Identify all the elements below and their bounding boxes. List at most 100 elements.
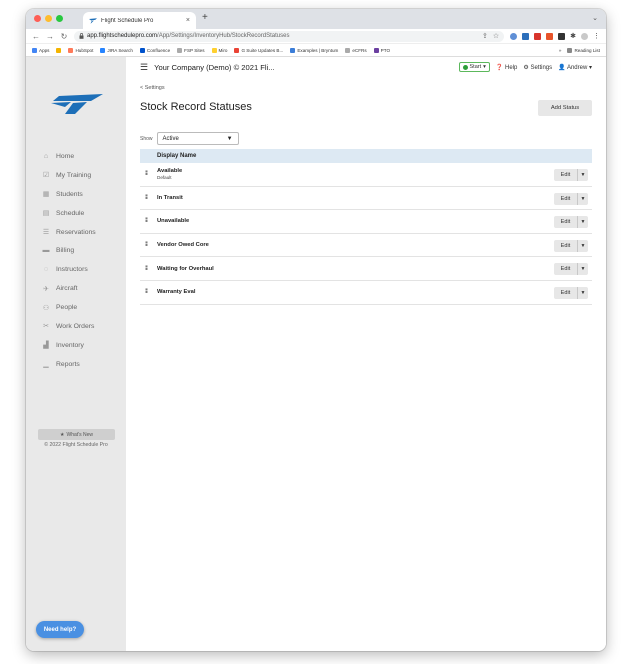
whats-new-label: What's New — [66, 431, 93, 438]
extension-icon[interactable] — [534, 32, 542, 40]
sidebar-item-label: Students — [56, 190, 83, 198]
tab-search-chevron-icon[interactable]: ⌄ — [592, 14, 598, 22]
bookmark-item[interactable]: JIRA Search — [100, 47, 133, 53]
students-icon: ▦ — [42, 191, 50, 199]
drag-handle-icon[interactable]: ⁞⁞ — [145, 218, 157, 224]
bookmark-item[interactable]: Examples | Bryntum — [290, 47, 338, 53]
billing-icon: ▬ — [42, 247, 50, 255]
bookmarks-bar: Apps HubSpot JIRA Search Confluence FSP … — [26, 44, 606, 57]
need-help-button[interactable]: Need help? — [36, 621, 84, 638]
start-button[interactable]: Start ▾ — [458, 62, 490, 72]
sidebar-item-inventory[interactable]: ▟ Inventory — [26, 336, 126, 355]
edit-button[interactable]: Edit — [554, 263, 578, 276]
work-orders-icon: ✂ — [43, 323, 49, 331]
kebab-menu-icon[interactable]: ⋮ — [593, 32, 600, 40]
sidebar-item-reports[interactable]: ▁ Reports — [26, 355, 126, 374]
address-bar[interactable]: app.flightschedulepro.com/App/Settings/I… — [74, 30, 505, 42]
sidebar-item-home[interactable]: ⌂ Home — [26, 147, 126, 166]
chevron-down-icon: ▾ — [588, 64, 592, 71]
start-icon — [462, 64, 468, 70]
forward-icon[interactable]: → — [46, 32, 54, 41]
status-filter-select[interactable]: Active ▼ — [156, 132, 239, 145]
table-row: ⁞⁞ Warranty Eval Edit ▼ — [140, 281, 592, 305]
bookmark-item[interactable]: Miro — [211, 47, 227, 53]
edit-button[interactable]: Edit — [554, 286, 578, 299]
address-toolbar: ← → ↻ app.flightschedulepro.com/App/Sett… — [26, 29, 606, 44]
close-window-button[interactable] — [34, 15, 41, 22]
edit-dropdown-chevron-icon[interactable]: ▼ — [578, 216, 588, 229]
sidebar-item-instructors[interactable]: ◌ Instructors — [26, 260, 126, 279]
back-icon[interactable]: ← — [32, 32, 40, 41]
edit-button[interactable]: Edit — [554, 239, 578, 252]
extension-icon[interactable] — [546, 32, 554, 40]
edit-button[interactable]: Edit — [554, 192, 578, 205]
jira-icon — [100, 47, 106, 53]
bookmark-item[interactable]: Apps — [32, 47, 49, 53]
maximize-window-button[interactable] — [56, 15, 63, 22]
sidebar-item-label: Home — [56, 152, 75, 160]
puzzle-icon[interactable]: ✱ — [570, 32, 576, 40]
table-row: ⁞⁞ In Transit Edit ▼ — [140, 187, 592, 211]
row-actions: Edit ▼ — [554, 169, 588, 181]
tab-close-icon[interactable]: × — [186, 17, 190, 24]
edit-dropdown-chevron-icon[interactable]: ▼ — [578, 169, 588, 181]
help-link[interactable]: ❓ Help — [496, 64, 518, 71]
profile-avatar[interactable] — [581, 32, 588, 40]
whats-new-button[interactable]: ★ What's New — [38, 429, 115, 440]
drag-handle-icon[interactable]: ⁞⁞ — [145, 289, 157, 295]
drag-handle-icon[interactable]: ⁞⁞ — [145, 171, 157, 177]
sidebar-item-work-orders[interactable]: ✂ Work Orders — [26, 317, 126, 336]
edit-dropdown-chevron-icon[interactable]: ▼ — [578, 286, 588, 299]
settings-link[interactable]: ⚙ Settings — [523, 64, 552, 71]
row-actions: Edit ▼ — [554, 263, 588, 276]
edit-dropdown-chevron-icon[interactable]: ▼ — [578, 239, 588, 252]
bookmark-item[interactable]: Confluence — [139, 47, 170, 53]
bookmark-item[interactable]: eCFRs — [345, 47, 367, 53]
hamburger-menu-icon[interactable]: ☰ — [140, 62, 148, 73]
reload-icon[interactable]: ↻ — [60, 32, 68, 41]
bookmark-item[interactable]: FSP Sites — [177, 47, 205, 53]
chevron-down-icon: ▾ — [483, 64, 486, 70]
sidebar-item-my-training[interactable]: ☑ My Training — [26, 166, 126, 185]
extension-icon[interactable] — [510, 32, 518, 40]
browser-tab[interactable]: Flight Schedule Pro × — [83, 12, 196, 29]
row-actions: Edit ▼ — [554, 192, 588, 205]
sidebar-item-reservations[interactable]: ☰ Reservations — [26, 223, 126, 242]
reading-list-button[interactable]: Reading List — [567, 47, 600, 53]
sidebar-item-billing[interactable]: ▬ Billing — [26, 241, 126, 260]
fsp-logo-icon[interactable] — [51, 94, 103, 114]
bookmark-item[interactable]: PTO — [373, 47, 390, 53]
extension-icon[interactable] — [558, 32, 566, 40]
add-status-button[interactable]: Add Status — [538, 100, 592, 116]
user-menu[interactable]: 👤 Andrew ▾ — [558, 64, 592, 71]
gsuite-icon — [234, 47, 240, 53]
tab-title: Flight Schedule Pro — [101, 17, 154, 24]
bookmark-item[interactable]: G Suite Updates B... — [234, 47, 283, 53]
share-icon[interactable]: ⇪ — [482, 32, 488, 40]
minimize-window-button[interactable] — [45, 15, 52, 22]
confluence-icon — [139, 47, 145, 53]
edit-dropdown-chevron-icon[interactable]: ▼ — [578, 263, 588, 276]
drag-handle-icon[interactable]: ⁞⁞ — [145, 242, 157, 248]
drag-handle-icon[interactable]: ⁞⁞ — [145, 266, 157, 272]
edit-button[interactable]: Edit — [554, 216, 578, 229]
extension-icon[interactable] — [522, 32, 530, 40]
table-row: ⁞⁞ Unavailable Edit ▼ — [140, 210, 592, 234]
new-tab-button[interactable]: + — [202, 12, 208, 23]
bookmark-star-icon[interactable]: ☆ — [493, 32, 499, 40]
bookmark-item[interactable]: HubSpot — [68, 47, 93, 53]
folder-icon — [177, 47, 183, 53]
breadcrumb[interactable]: < Settings — [140, 85, 165, 91]
status-name: Unavailable — [157, 218, 190, 225]
sidebar-item-aircraft[interactable]: ✈ Aircraft — [26, 279, 126, 298]
table-row: ⁞⁞ Vendor Owed Core Edit ▼ — [140, 234, 592, 258]
sidebar-item-schedule[interactable]: ▤ Schedule — [26, 204, 126, 223]
sidebar-item-students[interactable]: ▦ Students — [26, 185, 126, 204]
bookmark-item[interactable] — [56, 47, 62, 53]
sidebar-item-people[interactable]: ⚇ People — [26, 298, 126, 317]
more-bookmarks-icon[interactable]: » — [559, 48, 562, 53]
drag-handle-icon[interactable]: ⁞⁞ — [145, 195, 157, 201]
edit-dropdown-chevron-icon[interactable]: ▼ — [578, 192, 588, 205]
sidebar-item-label: Schedule — [56, 209, 85, 217]
edit-button[interactable]: Edit — [554, 169, 578, 181]
